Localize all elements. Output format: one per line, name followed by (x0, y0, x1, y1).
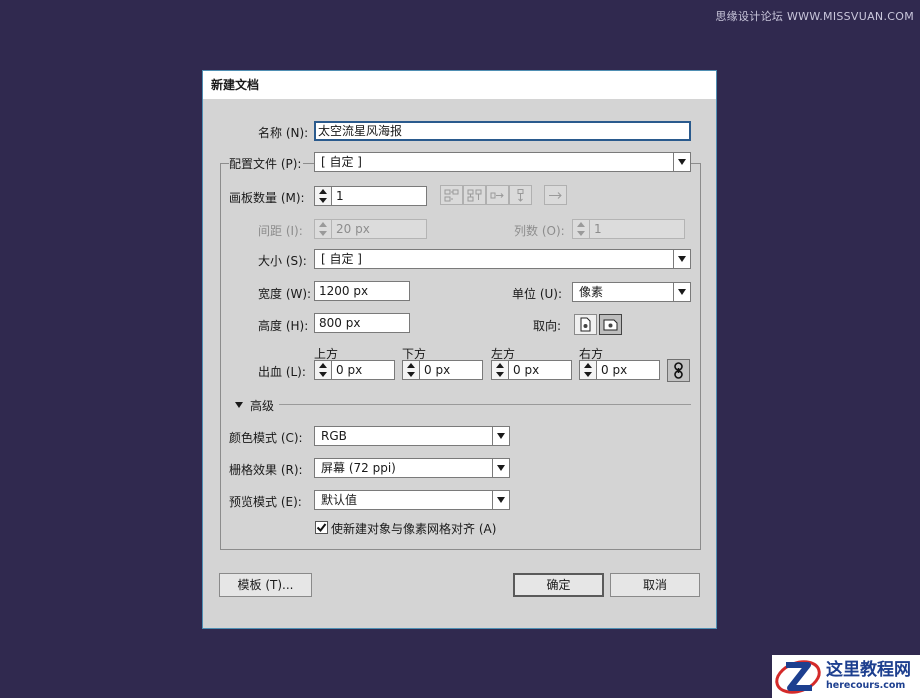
size-select-value: [ 自定 ] (321, 252, 362, 266)
preview-mode-select-value: 默认值 (321, 493, 358, 507)
advanced-toggle-label[interactable]: 高级 (250, 397, 274, 414)
arrange-by-column-button[interactable] (509, 185, 532, 205)
chevron-down-icon[interactable] (492, 427, 509, 445)
templates-button[interactable]: 模板 (T)... (219, 573, 312, 597)
orientation-label: 取向: (533, 319, 562, 333)
height-label: 高度 (H): (258, 319, 309, 333)
right-to-left-button[interactable] (544, 185, 567, 205)
portrait-button[interactable] (574, 314, 597, 335)
artboards-label: 画板数量 (M): (229, 191, 305, 205)
color-mode-select-value: RGB (321, 429, 347, 443)
align-pixel-label[interactable]: 使新建对象与像素网格对齐 (A) (331, 520, 496, 537)
new-document-dialog: 新建文档 名称 (N): 太空流星风海报 配置文件 (P): [ 自定 ] 画板… (202, 70, 717, 629)
raster-select-value: 屏幕 (72 ppi) (321, 461, 396, 475)
profile-select[interactable]: [ 自定 ] (314, 152, 691, 172)
name-label: 名称 (N): (258, 126, 309, 140)
bleed-bottom-stepper[interactable] (402, 360, 419, 380)
artboards-input[interactable]: 1 (331, 186, 427, 206)
spacing-stepper[interactable] (314, 219, 331, 239)
size-select[interactable]: [ 自定 ] (314, 249, 691, 269)
bleed-label: 出血 (L): (258, 365, 306, 379)
site-logo-icon (775, 660, 821, 694)
columns-label: 列数 (O): (514, 224, 565, 238)
preview-mode-select[interactable]: 默认值 (314, 490, 510, 510)
link-bleed-button[interactable] (667, 359, 690, 382)
landscape-icon (603, 319, 618, 331)
spacing-label: 间距 (I): (258, 224, 303, 238)
landscape-button[interactable] (599, 314, 622, 335)
raster-label: 栅格效果 (R): (229, 463, 303, 477)
arrow-right-icon (549, 191, 562, 199)
chevron-down-icon[interactable] (673, 153, 690, 171)
bleed-right-stepper[interactable] (579, 360, 596, 380)
watermark-top: 思缘设计论坛 WWW.MISSVUAN.COM (715, 10, 914, 23)
chevron-down-icon[interactable] (673, 283, 690, 301)
bleed-top-stepper[interactable] (314, 360, 331, 380)
width-input[interactable]: 1200 px (314, 281, 410, 301)
color-mode-label: 颜色模式 (C): (229, 431, 303, 445)
grid-by-column-button[interactable] (463, 185, 486, 205)
watermark-corner: 这里教程网 herecours.com (772, 655, 920, 698)
checkmark-icon (316, 523, 327, 533)
profile-label: 配置文件 (P): (229, 155, 304, 172)
align-pixel-checkbox[interactable] (315, 521, 328, 534)
grid-by-row-icon (444, 189, 459, 201)
raster-select[interactable]: 屏幕 (72 ppi) (314, 458, 510, 478)
name-input[interactable]: 太空流星风海报 (314, 121, 691, 141)
units-select[interactable]: 像素 (572, 282, 691, 302)
columns-stepper[interactable] (572, 219, 589, 239)
arrange-by-row-icon (490, 192, 504, 198)
cancel-button[interactable]: 取消 (610, 573, 700, 597)
bleed-left-stepper[interactable] (491, 360, 508, 380)
size-label: 大小 (S): (258, 254, 307, 268)
advanced-divider (279, 404, 691, 405)
arrange-by-row-button[interactable] (486, 185, 509, 205)
bleed-left-input[interactable]: 0 px (508, 360, 572, 380)
portrait-icon (580, 317, 591, 332)
width-label: 宽度 (W): (258, 287, 312, 301)
columns-input[interactable]: 1 (589, 219, 685, 239)
chain-link-icon (674, 362, 683, 379)
chevron-down-icon[interactable] (492, 491, 509, 509)
chevron-down-icon[interactable] (673, 250, 690, 268)
bleed-right-input[interactable]: 0 px (596, 360, 660, 380)
watermark-corner-en: herecours.com (826, 680, 906, 692)
profile-select-value: [ 自定 ] (321, 155, 362, 169)
units-select-value: 像素 (579, 285, 604, 299)
watermark-corner-cn: 这里教程网 (826, 659, 911, 680)
arrange-by-column-icon (517, 188, 524, 202)
advanced-toggle-icon[interactable] (235, 402, 243, 408)
bleed-bottom-input[interactable]: 0 px (419, 360, 483, 380)
preview-mode-label: 预览模式 (E): (229, 495, 302, 509)
ok-button[interactable]: 确定 (513, 573, 604, 597)
grid-by-row-button[interactable] (440, 185, 463, 205)
grid-by-column-icon (467, 189, 482, 201)
chevron-down-icon[interactable] (492, 459, 509, 477)
bleed-top-input[interactable]: 0 px (331, 360, 395, 380)
color-mode-select[interactable]: RGB (314, 426, 510, 446)
height-input[interactable]: 800 px (314, 313, 410, 333)
spacing-input[interactable]: 20 px (331, 219, 427, 239)
dialog-title: 新建文档 (203, 71, 716, 99)
artboards-stepper[interactable] (314, 186, 331, 206)
units-label: 单位 (U): (512, 287, 563, 301)
